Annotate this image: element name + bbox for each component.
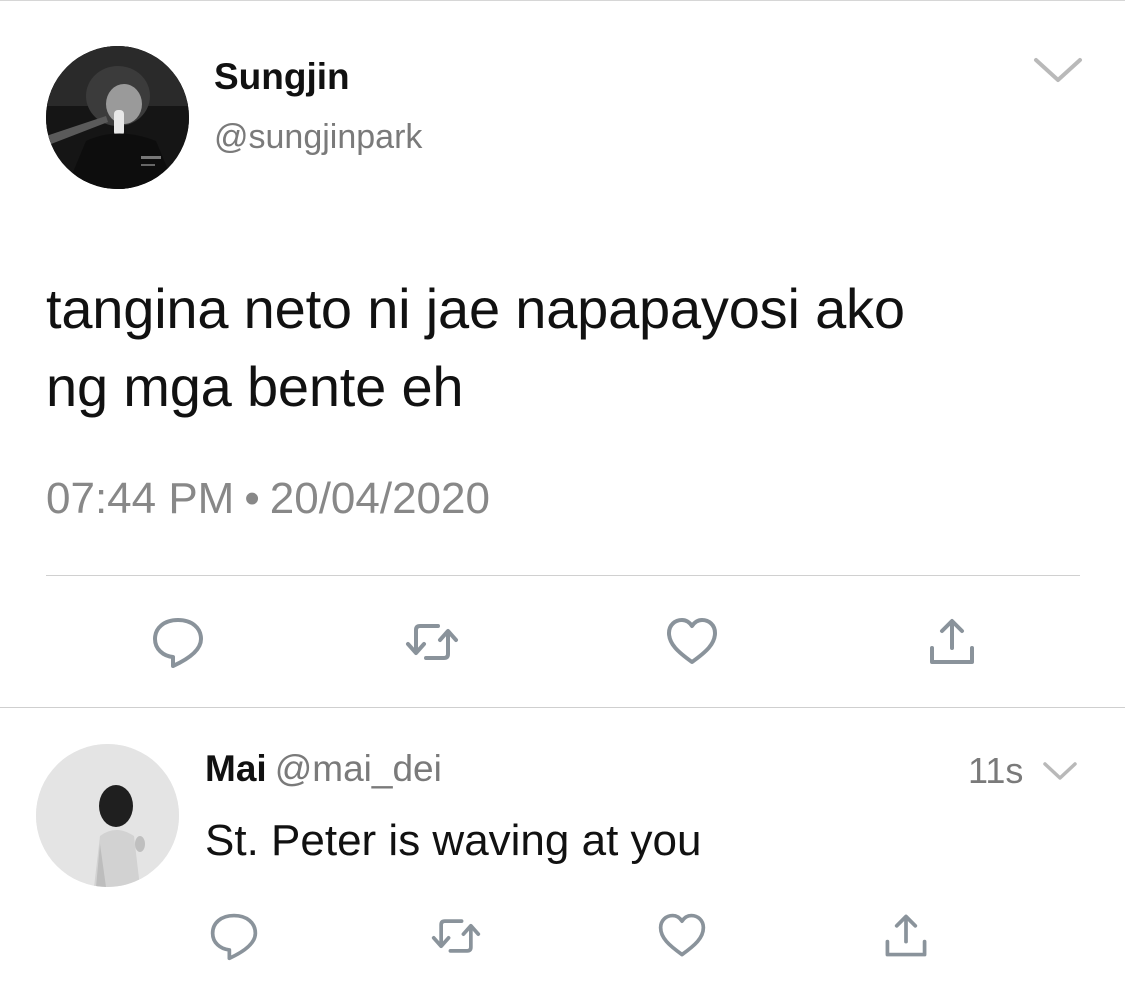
like-icon[interactable] — [664, 614, 720, 670]
tweet-text: tangina neto ni jae napapayosi ako ng mg… — [46, 270, 1046, 426]
author-name[interactable]: Mai — [205, 748, 267, 789]
reply-text: St. Peter is waving at you — [205, 816, 702, 865]
author-handle[interactable]: @mai_dei — [275, 748, 442, 789]
reply-icon[interactable] — [208, 910, 260, 962]
tweet-separator — [0, 707, 1125, 708]
chevron-down-icon[interactable] — [1030, 52, 1086, 88]
tweet-date: 20/04/2020 — [269, 474, 490, 523]
avatar-photo — [46, 46, 189, 189]
author-name[interactable]: Sungjin — [214, 56, 350, 98]
chevron-down-icon[interactable] — [1040, 758, 1080, 784]
share-icon[interactable] — [880, 910, 932, 962]
retweet-icon[interactable] — [404, 614, 460, 670]
avatar-photo — [36, 744, 179, 887]
author-handle[interactable]: @sungjinpark — [214, 118, 422, 157]
tweet-timestamp: 07:44 PM • 20/04/2020 — [46, 474, 490, 524]
top-border — [0, 0, 1125, 1]
avatar[interactable] — [46, 46, 189, 189]
share-icon[interactable] — [924, 614, 980, 670]
like-icon[interactable] — [656, 910, 708, 962]
avatar[interactable] — [36, 744, 179, 887]
meta-separator: • — [244, 474, 260, 523]
tweet-text-line-1: tangina neto ni jae napapayosi ako — [46, 277, 905, 340]
divider — [46, 575, 1080, 576]
tweet-text-line-2: ng mga bente eh — [46, 355, 464, 418]
reply-time[interactable]: 11s — [968, 750, 1023, 792]
reply-header: Mai @mai_dei — [205, 748, 442, 790]
reply-icon[interactable] — [150, 614, 206, 670]
tweet-time: 07:44 PM — [46, 474, 235, 523]
retweet-icon[interactable] — [430, 910, 482, 962]
